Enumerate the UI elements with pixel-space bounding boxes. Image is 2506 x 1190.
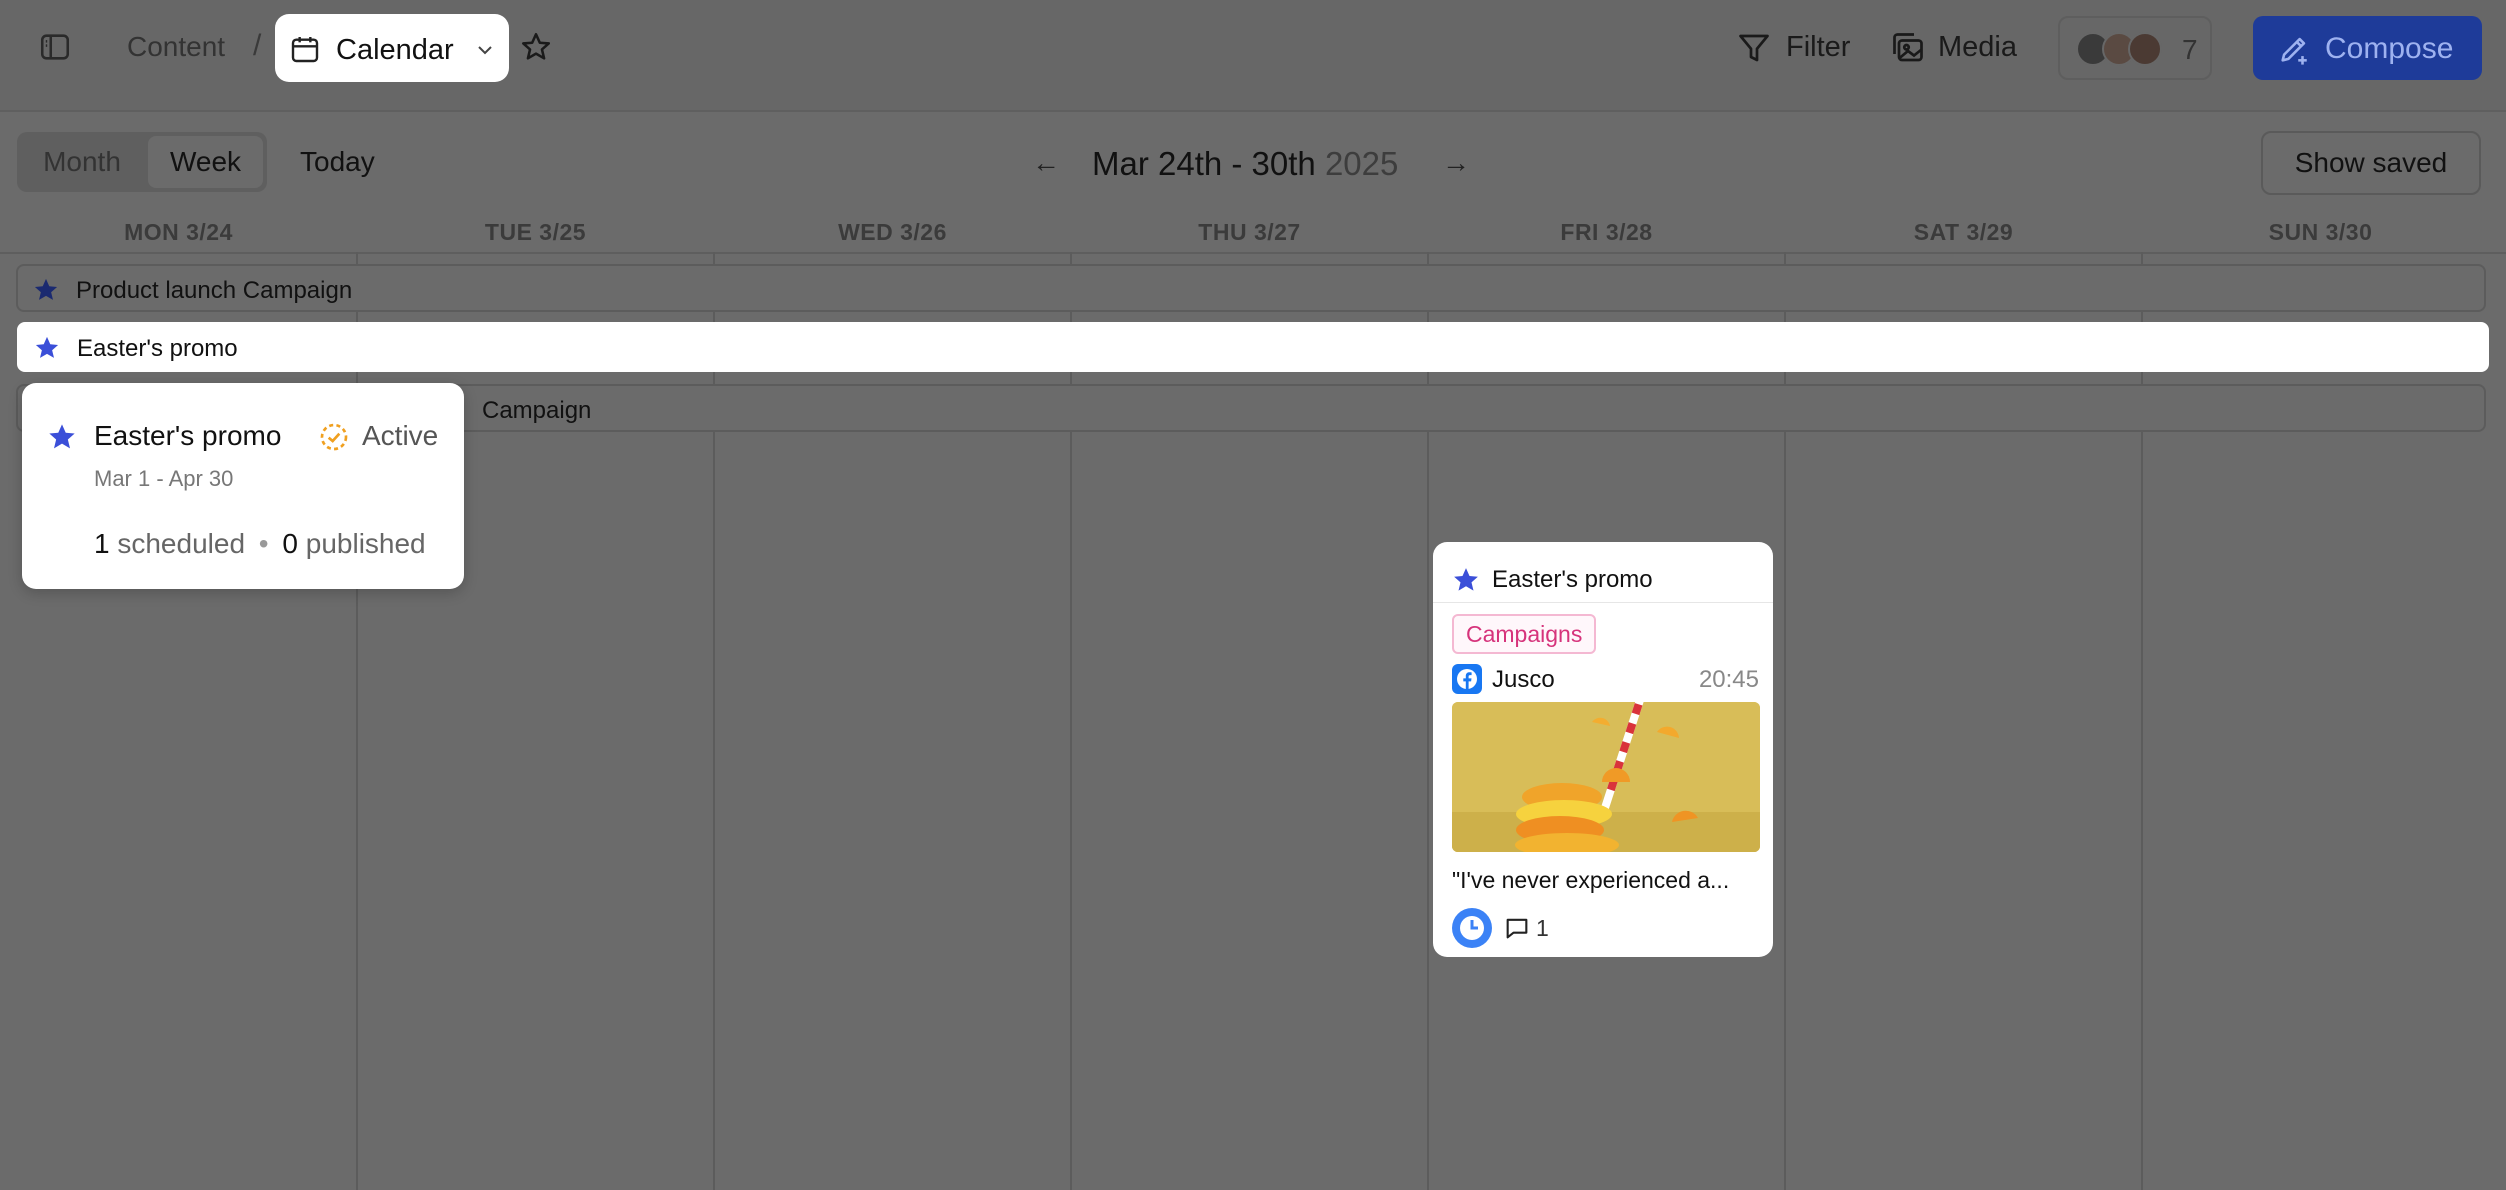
- published-label: published: [305, 528, 426, 559]
- filter-icon: [1739, 34, 1769, 62]
- post-campaign-name: Easter's promo: [1492, 566, 1653, 593]
- previous-week-button[interactable]: ←: [1032, 147, 1060, 179]
- media-icon: [1893, 33, 1923, 62]
- active-status-icon: [320, 423, 348, 451]
- date-range: Mar 24th - 30th: [1092, 145, 1316, 182]
- favorite-star-icon[interactable]: [519, 30, 553, 64]
- published-count: 0: [282, 528, 298, 559]
- post-account-name: Jusco: [1492, 666, 1555, 693]
- campaign-popover: Easter's promo Active Mar 1 - Apr 30 1 s…: [22, 383, 464, 589]
- popover-stats: 1 scheduled • 0 published: [94, 528, 426, 560]
- day-header-mon: MON 3/24: [124, 219, 233, 245]
- calendar-icon: [291, 37, 319, 63]
- comment-icon[interactable]: [1503, 914, 1531, 942]
- scheduled-label: scheduled: [117, 528, 246, 559]
- campaign-star-icon: [49, 424, 75, 449]
- status-badge: Active: [362, 420, 439, 451]
- view-toggle: Month Week: [17, 132, 267, 192]
- day-header-tue: TUE 3/25: [484, 219, 587, 245]
- campaign-bar-product-launch[interactable]: Product launch Campaign: [16, 264, 2486, 312]
- filter-label: Filter: [1786, 31, 1851, 63]
- post-caption: "I've never experienced a...: [1452, 867, 1730, 893]
- comment-count: 1: [1536, 915, 1549, 941]
- next-week-button[interactable]: →: [1442, 147, 1470, 179]
- chevron-down-icon: [478, 46, 492, 55]
- breadcrumb-content[interactable]: Content: [127, 31, 225, 63]
- campaign-star-icon: [35, 336, 59, 358]
- compose-pen-icon: [2281, 37, 2307, 65]
- facebook-icon: [1452, 664, 1482, 694]
- date-range-title: Mar 24th - 30th 2025: [1092, 145, 1398, 183]
- campaign-bar-label: Product launch Campaign: [76, 277, 353, 304]
- collaborators-group[interactable]: 7: [2058, 16, 2212, 80]
- campaign-star-icon: [34, 278, 58, 300]
- today-button[interactable]: Today: [300, 146, 375, 178]
- media-label: Media: [1938, 31, 2017, 63]
- compose-label: Compose: [2325, 32, 2454, 65]
- show-saved-button[interactable]: Show saved: [2261, 131, 2481, 195]
- post-time: 20:45: [1698, 666, 1759, 693]
- day-header-fri: FRI 3/28: [1560, 219, 1653, 245]
- day-header-wed: WED 3/26: [838, 219, 947, 245]
- day-header-thu: THU 3/27: [1198, 219, 1301, 245]
- top-bar: Content / Calendar Filter Media 7 Compos…: [0, 0, 2506, 112]
- post-card[interactable]: Easter's promo Campaigns Jusco 20:45 "I'…: [1433, 542, 1773, 957]
- campaign-bar-label: Campaign: [482, 397, 592, 424]
- breadcrumb-separator: /: [253, 29, 262, 62]
- scheduled-count: 1: [94, 528, 110, 559]
- date-range-year: 2025: [1324, 145, 1399, 182]
- campaign-bar-label: Easter's promo: [77, 335, 238, 362]
- post-tag[interactable]: Campaigns: [1452, 614, 1597, 654]
- avatar: [2128, 32, 2162, 66]
- campaign-bar-easters-promo[interactable]: Easter's promo: [17, 322, 2489, 372]
- collaborator-count: 7: [2182, 34, 2198, 65]
- compose-button[interactable]: Compose: [2253, 16, 2482, 80]
- day-header-sat: SAT 3/29: [1913, 219, 2014, 245]
- post-image: [1452, 702, 1760, 852]
- week-view-button[interactable]: Week: [148, 136, 263, 188]
- campaign-star-icon: [1454, 568, 1478, 591]
- view-selector-calendar[interactable]: Calendar: [275, 14, 509, 82]
- view-selector-label: Calendar: [336, 34, 454, 66]
- stats-separator: •: [258, 528, 269, 559]
- popover-title: Easter's promo: [94, 420, 282, 451]
- day-header-sun: SUN 3/30: [2268, 219, 2373, 245]
- grid-divider: [0, 252, 2506, 254]
- month-view-button[interactable]: Month: [17, 132, 147, 192]
- post-card-divider: [1433, 602, 1773, 603]
- sidebar-toggle-icon[interactable]: [38, 30, 72, 64]
- popover-dates: Mar 1 - Apr 30: [94, 466, 234, 491]
- scheduled-clock-icon: [1452, 908, 1492, 948]
